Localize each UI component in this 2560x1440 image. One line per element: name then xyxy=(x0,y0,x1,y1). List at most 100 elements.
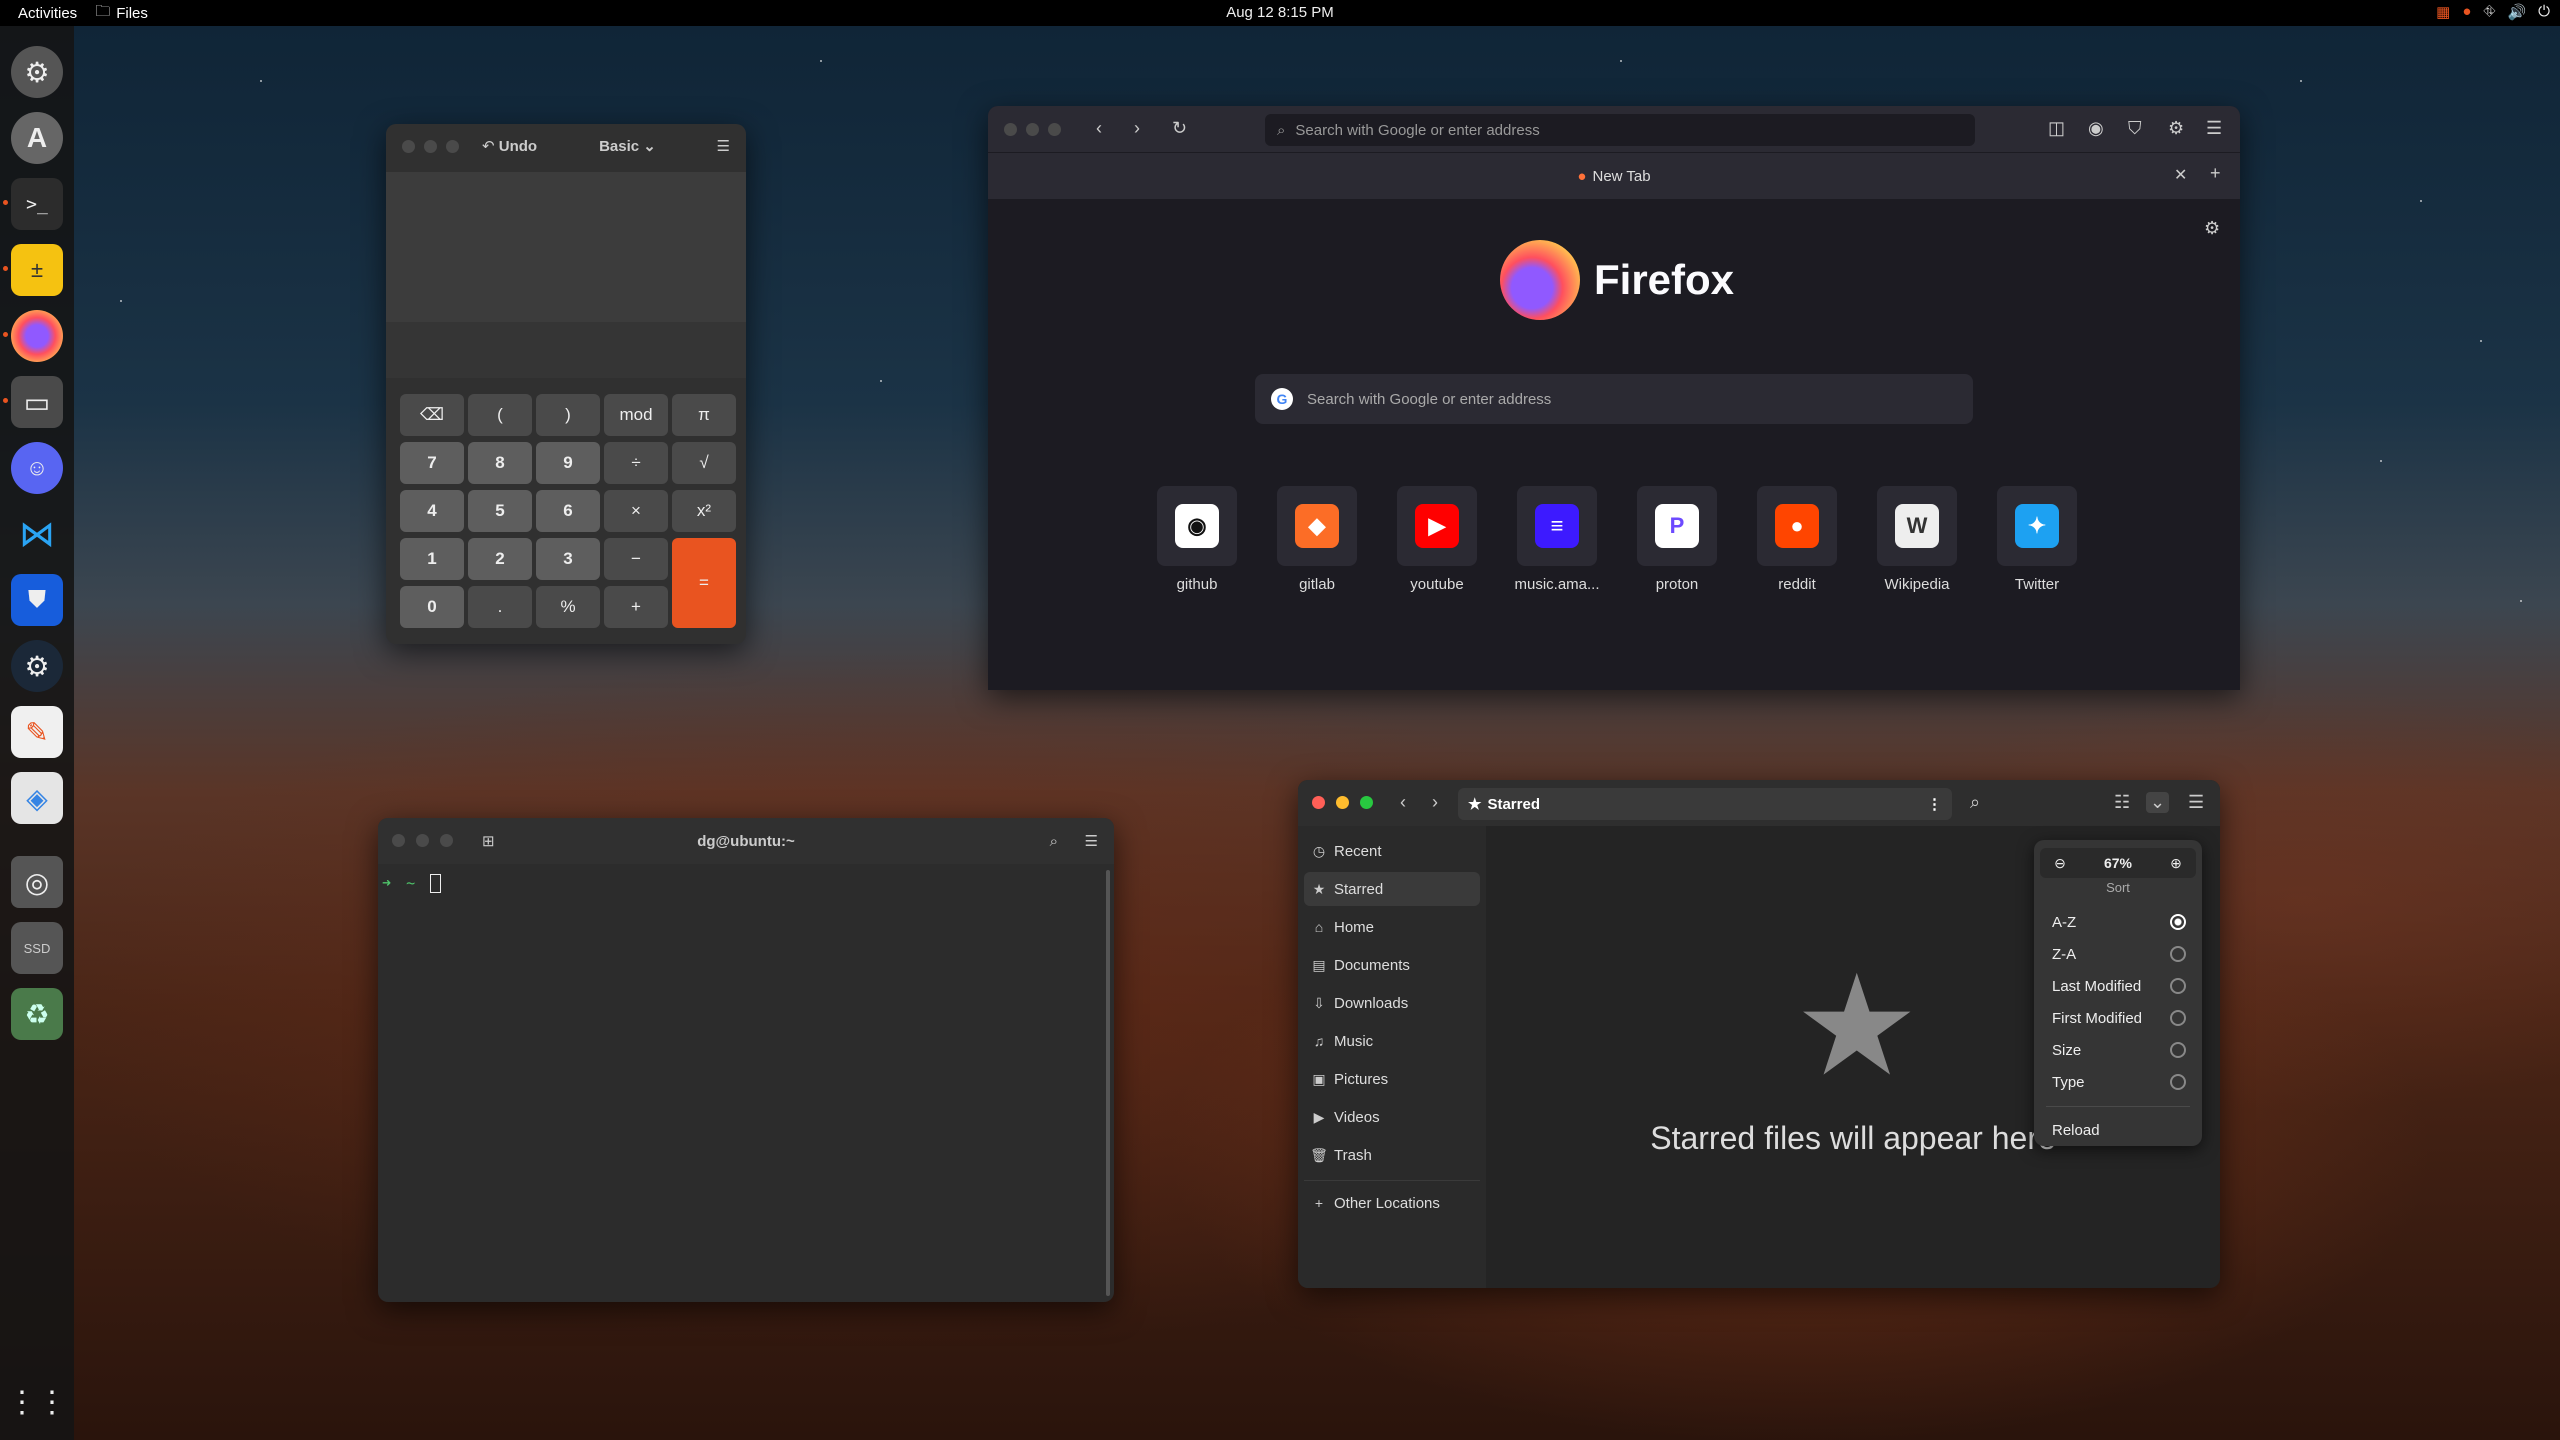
url-bar[interactable]: ⌕ Search with Google or enter address xyxy=(1265,114,1975,146)
calculator-display[interactable] xyxy=(386,172,746,322)
menu-icon[interactable]: ☰ xyxy=(2188,792,2204,813)
ssd-icon[interactable]: SSD xyxy=(11,922,63,974)
key-mod-button[interactable]: mod xyxy=(604,394,668,436)
key-2-button[interactable]: 2 xyxy=(468,538,532,580)
mode-selector[interactable]: Basic ⌄ xyxy=(599,137,656,155)
steam-icon[interactable]: ⚙ xyxy=(11,640,63,692)
key-backspace-button[interactable]: ⌫ xyxy=(400,394,464,436)
sort-option-last-modified[interactable]: Last Modified xyxy=(2052,972,2186,1000)
view-options-chevron-icon[interactable]: ⌄ xyxy=(2146,792,2170,813)
forward-icon[interactable]: › xyxy=(1134,118,1140,139)
key-multiply-button[interactable]: × xyxy=(604,490,668,532)
key-divide-button[interactable]: ÷ xyxy=(604,442,668,484)
key-decimal-button[interactable]: . xyxy=(468,586,532,628)
flatseal-icon[interactable]: ◈ xyxy=(11,772,63,824)
radio-button[interactable] xyxy=(2170,946,2186,962)
sort-option-z-a[interactable]: Z-A xyxy=(2052,940,2186,968)
sort-option-first-modified[interactable]: First Modified xyxy=(2052,1004,2186,1032)
close-button[interactable] xyxy=(392,834,405,847)
vscode-icon[interactable]: ⋈ xyxy=(11,508,63,560)
maximize-button[interactable] xyxy=(1360,796,1373,809)
sidebar-item-downloads[interactable]: ⇩ Downloads xyxy=(1304,986,1480,1020)
show-apps-icon[interactable]: ⋮⋮ xyxy=(7,1376,67,1428)
software-icon[interactable]: A xyxy=(11,112,63,164)
key-pi-button[interactable]: π xyxy=(672,394,736,436)
text-editor-icon[interactable]: ✎ xyxy=(11,706,63,758)
sidebar-item-trash[interactable]: 🗑 Trash xyxy=(1304,1138,1480,1172)
shortcut-tile-0[interactable]: ◉ github xyxy=(1142,486,1252,593)
menu-icon[interactable]: ☰ xyxy=(2206,118,2222,139)
key-7-button[interactable]: 7 xyxy=(400,442,464,484)
reload-icon[interactable]: ↻ xyxy=(1172,118,1187,139)
sort-option-size[interactable]: Size xyxy=(2052,1036,2186,1064)
maximize-button[interactable] xyxy=(446,139,459,153)
sidebar-item-pictures[interactable]: ▣ Pictures xyxy=(1304,1062,1480,1096)
disk-icon[interactable]: ◎ xyxy=(11,856,63,908)
radio-button[interactable] xyxy=(2170,914,2186,930)
zoom-out-icon[interactable]: ⊖ xyxy=(2040,855,2080,872)
search-icon[interactable]: ⌕ xyxy=(1050,833,1058,850)
sidebar-icon[interactable]: ◫ xyxy=(2048,118,2065,139)
radio-button[interactable] xyxy=(2170,1074,2186,1090)
clock[interactable]: Aug 12 8:15 PM xyxy=(1226,4,1334,21)
undo-button[interactable]: ↶ Undo xyxy=(482,137,537,155)
minimize-button[interactable] xyxy=(1026,122,1039,136)
key-1-button[interactable]: 1 xyxy=(400,538,464,580)
reload-button[interactable]: Reload xyxy=(2052,1116,2186,1144)
discord-icon[interactable]: ☺ xyxy=(11,442,63,494)
minimize-button[interactable] xyxy=(416,834,429,847)
minimize-button[interactable] xyxy=(1336,796,1349,809)
shortcut-tile-1[interactable]: ◆ gitlab xyxy=(1262,486,1372,593)
scrollbar[interactable] xyxy=(1106,870,1110,1296)
shortcut-tile-7[interactable]: ✦ Twitter xyxy=(1982,486,2092,593)
radio-button[interactable] xyxy=(2170,1042,2186,1058)
key-3-button[interactable]: 3 xyxy=(536,538,600,580)
profile-icon[interactable]: ◉ xyxy=(2088,118,2104,139)
gear-icon[interactable]: ⚙ xyxy=(2204,218,2220,239)
path-bar[interactable]: ★ Starred ⋮ xyxy=(1458,788,1952,820)
shortcut-tile-5[interactable]: ● reddit xyxy=(1742,486,1852,593)
key-close-paren-button[interactable]: ) xyxy=(536,394,600,436)
list-view-icon[interactable]: ☷ xyxy=(2114,792,2130,813)
key-square-button[interactable]: x² xyxy=(672,490,736,532)
settings-icon[interactable]: ⚙ xyxy=(11,46,63,98)
radio-button[interactable] xyxy=(2170,978,2186,994)
bitwarden-icon[interactable]: ⛊ xyxy=(11,574,63,626)
close-button[interactable] xyxy=(1312,796,1325,809)
sidebar-item-other-locations[interactable]: + Other Locations xyxy=(1304,1186,1480,1220)
shortcut-tile-3[interactable]: ≡ music.ama... xyxy=(1502,486,1612,593)
forward-icon[interactable]: › xyxy=(1432,792,1438,813)
close-tab-icon[interactable]: ✕ xyxy=(2174,165,2187,185)
menu-icon[interactable]: ☰ xyxy=(717,137,730,155)
shield-icon[interactable]: ⛉ xyxy=(2128,118,2142,139)
sidebar-item-recent[interactable]: ◷ Recent xyxy=(1304,834,1480,868)
sidebar-item-home[interactable]: ⌂ Home xyxy=(1304,910,1480,944)
newtab-search-input[interactable]: G Search with Google or enter address xyxy=(1255,374,1973,424)
key-4-button[interactable]: 4 xyxy=(400,490,464,532)
key-subtract-button[interactable]: − xyxy=(604,538,668,580)
minimize-button[interactable] xyxy=(424,139,437,153)
zoom-level[interactable]: 67% xyxy=(2104,855,2132,871)
network-icon[interactable]: ⛗ xyxy=(2483,3,2495,21)
back-icon[interactable]: ‹ xyxy=(1096,118,1102,139)
close-button[interactable] xyxy=(1004,122,1017,136)
shortcut-tile-2[interactable]: ▶ youtube xyxy=(1382,486,1492,593)
firefox-icon[interactable] xyxy=(11,310,63,362)
key-6-button[interactable]: 6 xyxy=(536,490,600,532)
app-menu[interactable]: 🗀 Files xyxy=(95,1,148,26)
maximize-button[interactable] xyxy=(440,834,453,847)
calculator-icon[interactable]: ± xyxy=(11,244,63,296)
key-5-button[interactable]: 5 xyxy=(468,490,532,532)
sidebar-item-documents[interactable]: ▤ Documents xyxy=(1304,948,1480,982)
path-menu-icon[interactable]: ⋮ xyxy=(1927,795,1942,813)
sort-option-type[interactable]: Type xyxy=(2052,1068,2186,1096)
search-icon[interactable]: ⌕ xyxy=(1970,792,1980,813)
new-tab-icon[interactable]: ⊞ xyxy=(482,832,495,850)
key-open-paren-button[interactable]: ( xyxy=(468,394,532,436)
tab-new-tab[interactable]: ● New Tab xyxy=(988,153,2240,199)
extensions-icon[interactable]: ⚙ xyxy=(2168,118,2184,139)
shortcut-tile-4[interactable]: Pproton xyxy=(1622,486,1732,593)
close-button[interactable] xyxy=(402,139,415,153)
menu-icon[interactable]: ☰ xyxy=(1085,832,1098,850)
terminal-content[interactable]: ➜ ~ xyxy=(378,864,1114,1302)
